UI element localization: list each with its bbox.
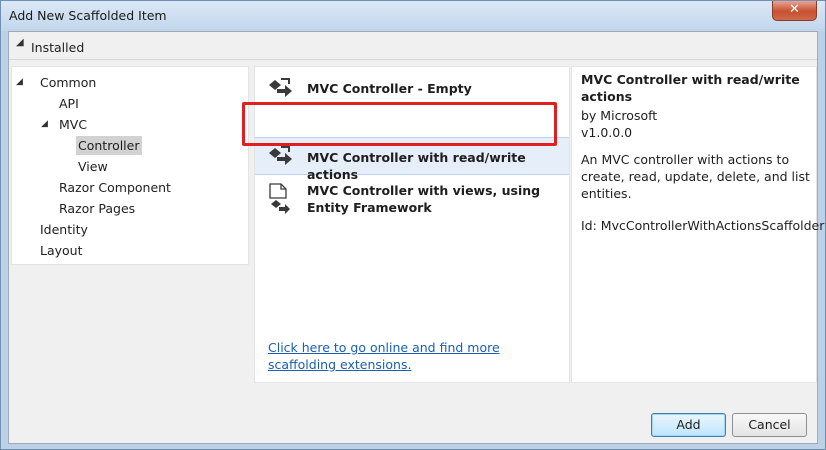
tree-label-mvc: MVC: [59, 117, 88, 132]
title-bar: Add New Scaffolded Item ✕: [1, 1, 825, 31]
expand-arrow-icon: ◢: [16, 77, 23, 87]
window-title: Add New Scaffolded Item: [9, 8, 167, 23]
dialog-body: ◢ Installed ◢ Common API ◢ MVC Controlle…: [8, 31, 824, 444]
expand-arrow-icon: ◢: [16, 37, 24, 48]
close-icon: ✕: [789, 2, 800, 17]
expand-arrow-icon: ◢: [41, 119, 48, 129]
scaffolder-details-panel: MVC Controller with read/write actions b…: [571, 66, 824, 383]
tree-label-api: API: [59, 96, 79, 111]
tree-label-razor-pages: Razor Pages: [59, 201, 136, 216]
controller-icon: [269, 146, 292, 165]
tree-label-identity: Identity: [40, 222, 88, 237]
tree-label-razor-component: Razor Component: [59, 180, 171, 195]
tree-label-view: View: [78, 159, 108, 174]
installed-header[interactable]: ◢ Installed: [9, 32, 817, 60]
tree-label-controller: Controller: [76, 136, 142, 155]
add-button[interactable]: Add: [651, 413, 726, 437]
tree-label-common: Common: [40, 75, 97, 90]
controller-icon: [269, 78, 292, 97]
detail-version: v1.0.0.0: [581, 125, 633, 140]
scaffolder-item-label: MVC Controller with views, using Entity …: [307, 183, 541, 215]
tree-label-layout: Layout: [40, 243, 83, 258]
cancel-button[interactable]: Cancel: [732, 413, 807, 437]
detail-id: Id: MvcControllerWithActionsScaffolder: [581, 218, 825, 233]
installed-label: Installed: [31, 40, 85, 55]
detail-description: An MVC controller with actions to create…: [581, 152, 810, 201]
highlight-outline: [242, 102, 557, 146]
online-scaffolding-link[interactable]: Click here to go online and find more sc…: [268, 339, 568, 373]
close-button[interactable]: ✕: [772, 1, 817, 21]
category-tree: ◢ Common API ◢ MVC Controller View Razor…: [11, 66, 249, 265]
scaffolder-item-label: MVC Controller - Empty: [307, 81, 472, 96]
controller-views-icon: [269, 183, 290, 214]
scaffolder-item-views-ef[interactable]: MVC Controller with views, using Entity …: [255, 177, 569, 221]
detail-author: by Microsoft: [581, 108, 658, 123]
add-scaffold-dialog: Add New Scaffolded Item ✕ ◢ Installed ◢ …: [0, 0, 826, 450]
detail-title: MVC Controller with read/write actions: [581, 72, 800, 104]
